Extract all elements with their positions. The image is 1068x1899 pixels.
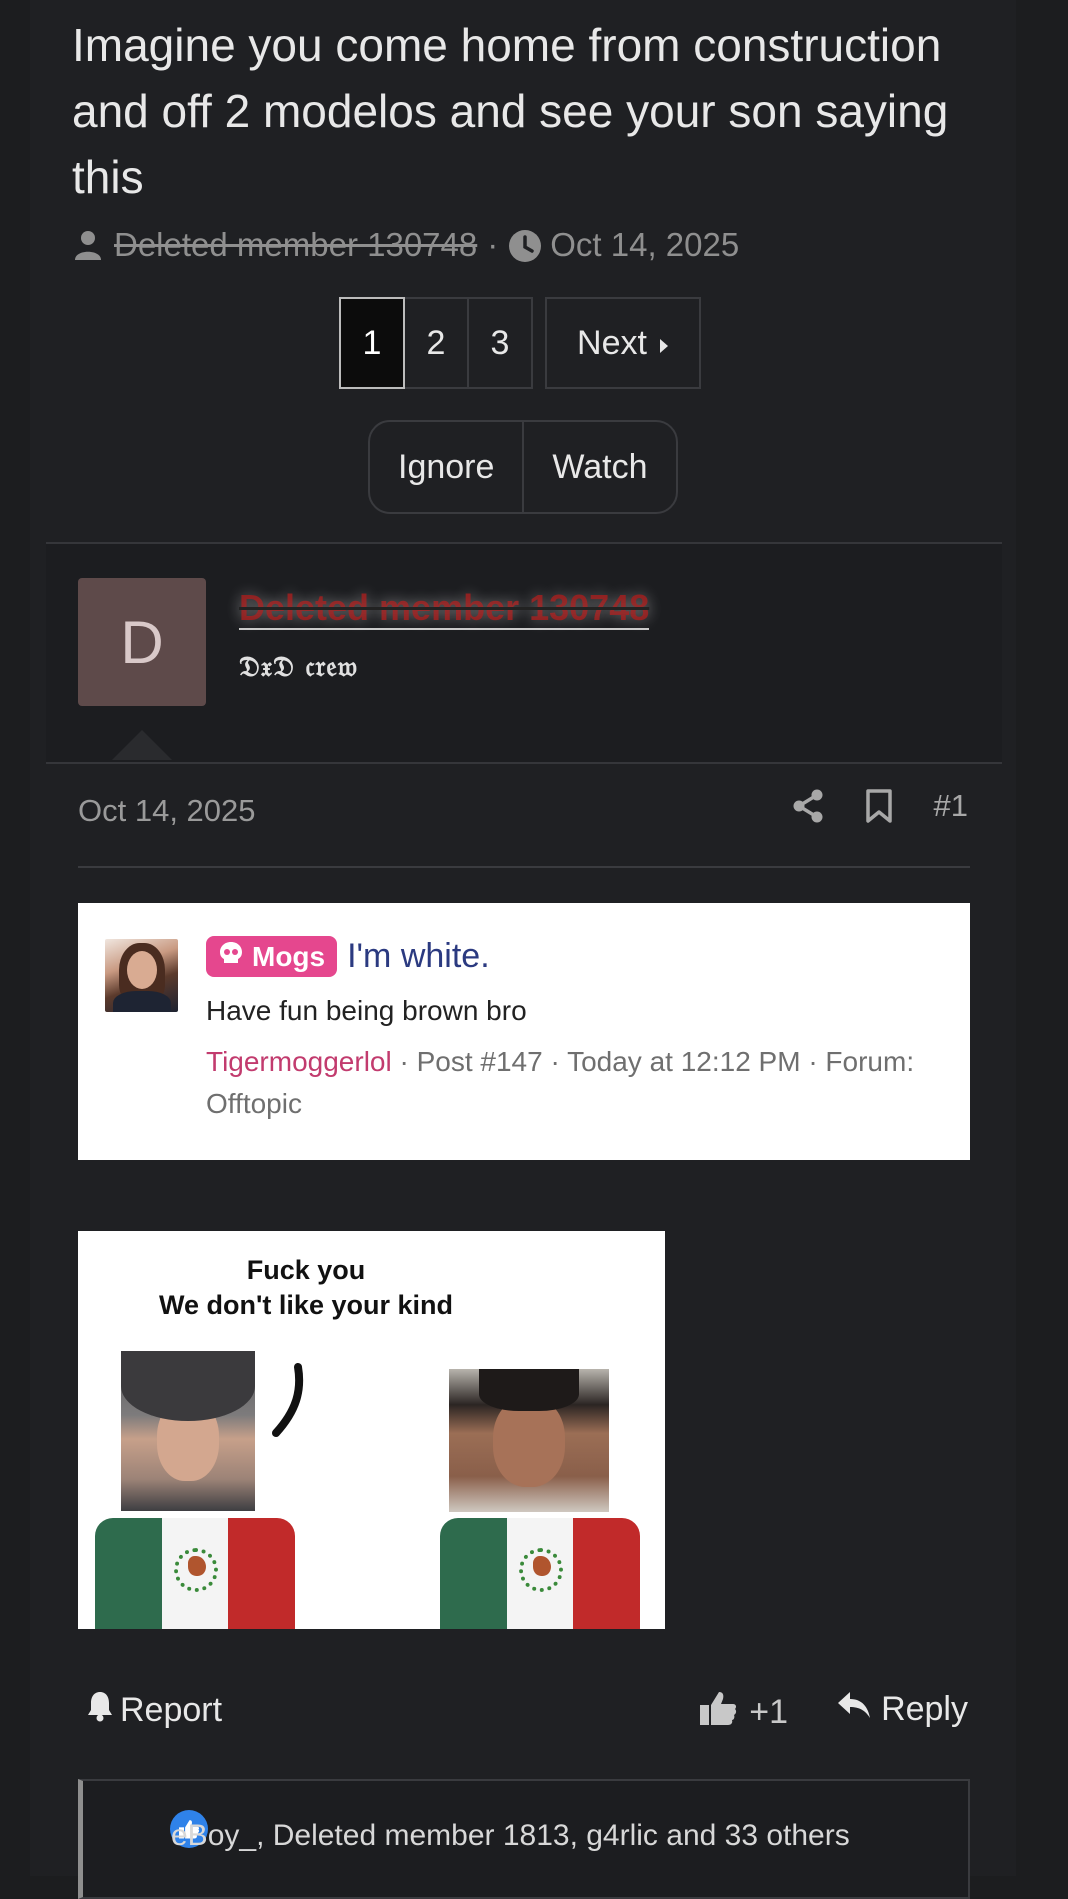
embedded-post-card[interactable]: Mogs I'm white. Have fun being brown bro… (78, 903, 970, 1160)
meta-separator: · (487, 226, 499, 263)
reactions-text[interactable]: eBoy_, Deleted member 1813, g4rlic and 3… (113, 1813, 953, 1859)
meme-caption-line1: Fuck you (246, 1255, 366, 1285)
thread-date[interactable]: Oct 14, 2025 (550, 226, 739, 264)
mexico-flag-left (95, 1518, 295, 1629)
reply-icon (837, 1690, 871, 1729)
badge-label: Mogs (252, 940, 326, 972)
caret-right-icon (659, 324, 669, 363)
share-icon[interactable] (792, 789, 824, 823)
quote-author-avatar[interactable] (105, 939, 178, 1012)
quote-author-link[interactable]: Tigermoggerlol (206, 1046, 392, 1077)
mogs-badge[interactable]: Mogs (206, 936, 338, 977)
post-date[interactable]: Oct 14, 2025 (78, 793, 256, 829)
avatar[interactable]: D (78, 578, 206, 706)
report-button[interactable]: Report (86, 1690, 222, 1731)
reply-button[interactable]: Reply (837, 1690, 968, 1729)
reactions-bar[interactable]: eBoy_, Deleted member 1813, g4rlic and 3… (78, 1779, 970, 1899)
report-label: Report (120, 1691, 223, 1729)
post-username[interactable]: Deleted member 130748 (239, 588, 650, 630)
bell-icon (86, 1690, 114, 1731)
meme-caption: Fuck you We don't like your kind (78, 1253, 534, 1323)
mexico-flag-right (440, 1518, 640, 1629)
clock-icon (508, 229, 542, 262)
pagination: 1 2 3 Next (339, 297, 701, 389)
meme-image[interactable]: Fuck you We don't like your kind (78, 1231, 665, 1629)
meme-photo-right (449, 1369, 609, 1512)
user-icon (72, 229, 104, 261)
quote-header: Mogs I'm white. (206, 936, 490, 977)
like-count: +1 (749, 1693, 788, 1731)
quote-text: Have fun being brown bro (206, 995, 527, 1026)
post-tools: #1 (792, 788, 968, 824)
next-page-button[interactable]: Next (545, 297, 701, 389)
skull-icon (218, 940, 244, 973)
page-button-1[interactable]: 1 (339, 297, 405, 389)
page-button-3[interactable]: 3 (467, 297, 533, 389)
next-label: Next (577, 323, 647, 362)
like-button[interactable]: +1 (699, 1690, 788, 1735)
user-block-arrow (112, 730, 172, 760)
thread-title: Imagine you come home from construction … (72, 19, 949, 203)
thread-actions: Ignore Watch (368, 420, 678, 514)
ignore-button[interactable]: Ignore (370, 422, 522, 512)
post-actions: Report +1 Reply (86, 1690, 968, 1734)
meme-quote-mark (272, 1363, 304, 1437)
quote-meta: Tigermoggerlol · Post #147 · Today at 12… (206, 1041, 926, 1125)
meme-photo-left (121, 1351, 255, 1511)
reply-label: Reply (881, 1690, 968, 1728)
user-title: 𝔇𝔵𝔇 𝔠𝔯𝔢𝔴 (239, 650, 359, 683)
post-user-block: D Deleted member 130748 𝔇𝔵𝔇 𝔠𝔯𝔢𝔴 (46, 542, 1002, 764)
page-button-2[interactable]: 2 (403, 297, 469, 389)
thread-meta: Deleted member 130748 · Oct 14, 2025 (72, 226, 739, 264)
post-divider (78, 866, 970, 868)
post-number-link[interactable]: #1 (934, 788, 968, 824)
thumbs-up-icon (699, 1690, 737, 1735)
quote-title[interactable]: I'm white. (347, 937, 490, 976)
watch-button[interactable]: Watch (522, 422, 675, 512)
bookmark-icon[interactable] (865, 789, 892, 823)
thread-author-link[interactable]: Deleted member 130748 (114, 226, 477, 264)
meme-caption-line2: We don't like your kind (159, 1290, 453, 1320)
